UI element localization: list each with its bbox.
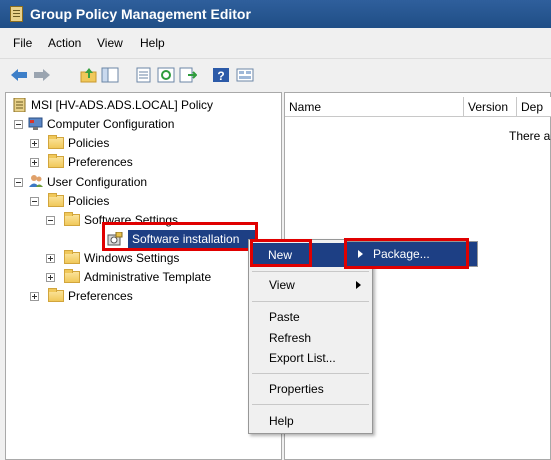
gpme-window: Group Policy Management Editor File Acti… — [0, 0, 551, 460]
tree-label: Preferences — [68, 155, 133, 169]
highlight-box-package — [344, 238, 469, 269]
tree-label: Computer Configuration — [47, 117, 175, 131]
folder-icon — [48, 193, 64, 207]
users-icon — [29, 175, 43, 187]
collapse-icon[interactable] — [14, 120, 23, 129]
show-tree-icon[interactable] — [101, 67, 119, 83]
tree-item-administrative-templates[interactable]: Administrative Template — [9, 269, 249, 287]
expand-icon[interactable] — [46, 273, 55, 282]
collapse-icon[interactable] — [46, 216, 55, 225]
column-header-name[interactable]: Name — [285, 97, 464, 117]
context-menu-item-help[interactable]: Help — [269, 414, 294, 428]
highlight-box-new — [250, 239, 312, 267]
window-title: Group Policy Management Editor — [30, 6, 251, 22]
context-menu-item-view[interactable]: View — [269, 278, 369, 292]
filter-view-icon[interactable] — [236, 67, 254, 83]
folder-icon — [48, 288, 64, 302]
tree-label: Windows Settings — [84, 251, 180, 265]
back-arrow-icon[interactable] — [10, 67, 28, 83]
folder-icon — [64, 212, 80, 226]
folder-icon — [48, 154, 64, 168]
context-menu-item-paste[interactable]: Paste — [269, 310, 300, 324]
menu-file[interactable]: File — [13, 36, 32, 50]
column-header-dependencies[interactable]: Dep — [517, 97, 551, 117]
folder-icon — [48, 135, 64, 149]
menu-separator — [252, 301, 369, 302]
collapse-icon[interactable] — [14, 178, 23, 187]
toolbar: ? — [0, 58, 551, 91]
context-menu-item-refresh[interactable]: Refresh — [269, 331, 311, 345]
expand-icon[interactable] — [30, 139, 39, 148]
title-bar[interactable]: Group Policy Management Editor — [0, 0, 551, 28]
tree-label: Policies — [68, 194, 110, 208]
up-folder-icon[interactable] — [80, 67, 98, 83]
menu-separator — [252, 404, 369, 405]
properties-icon[interactable] — [135, 67, 153, 83]
computer-icon — [28, 117, 43, 130]
expand-icon[interactable] — [30, 158, 39, 167]
expand-icon[interactable] — [30, 292, 39, 301]
column-header-version[interactable]: Version — [464, 97, 517, 117]
tree-pane[interactable]: MSI [HV-ADS.ADS.LOCAL] Policy Computer C… — [5, 92, 282, 460]
highlight-box-software-installation — [102, 222, 258, 251]
expand-icon[interactable] — [46, 254, 55, 263]
context-menu-item-properties[interactable]: Properties — [269, 382, 324, 396]
policy-document-icon — [13, 98, 26, 112]
menu-help[interactable]: Help — [140, 36, 165, 50]
menu-action[interactable]: Action — [48, 36, 81, 50]
refresh-icon[interactable] — [157, 67, 175, 83]
collapse-icon[interactable] — [30, 197, 39, 206]
tree-label: Policies — [68, 136, 110, 150]
tree-label: MSI [HV-ADS.ADS.LOCAL] Policy — [31, 98, 214, 112]
tree-label: User Configuration — [47, 175, 148, 189]
forward-arrow-icon[interactable] — [33, 67, 51, 83]
menu-view[interactable]: View — [97, 36, 123, 50]
folder-icon — [64, 269, 80, 283]
empty-list-message: There a — [509, 129, 551, 143]
menu-separator — [252, 373, 369, 374]
folder-icon — [64, 250, 80, 264]
help-icon[interactable]: ? — [212, 67, 230, 83]
submenu-arrow-icon — [356, 281, 361, 289]
menu-separator — [252, 271, 369, 272]
menu-item-label: View — [269, 278, 295, 292]
tree-label: Administrative Template — [84, 270, 212, 284]
tree-label: Preferences — [68, 289, 133, 303]
menu-bar: File Action View Help — [0, 31, 551, 55]
svg-text:?: ? — [217, 69, 224, 83]
policy-document-icon — [10, 6, 23, 22]
context-menu-item-export-list[interactable]: Export List... — [269, 351, 336, 365]
export-list-icon[interactable] — [179, 67, 197, 83]
